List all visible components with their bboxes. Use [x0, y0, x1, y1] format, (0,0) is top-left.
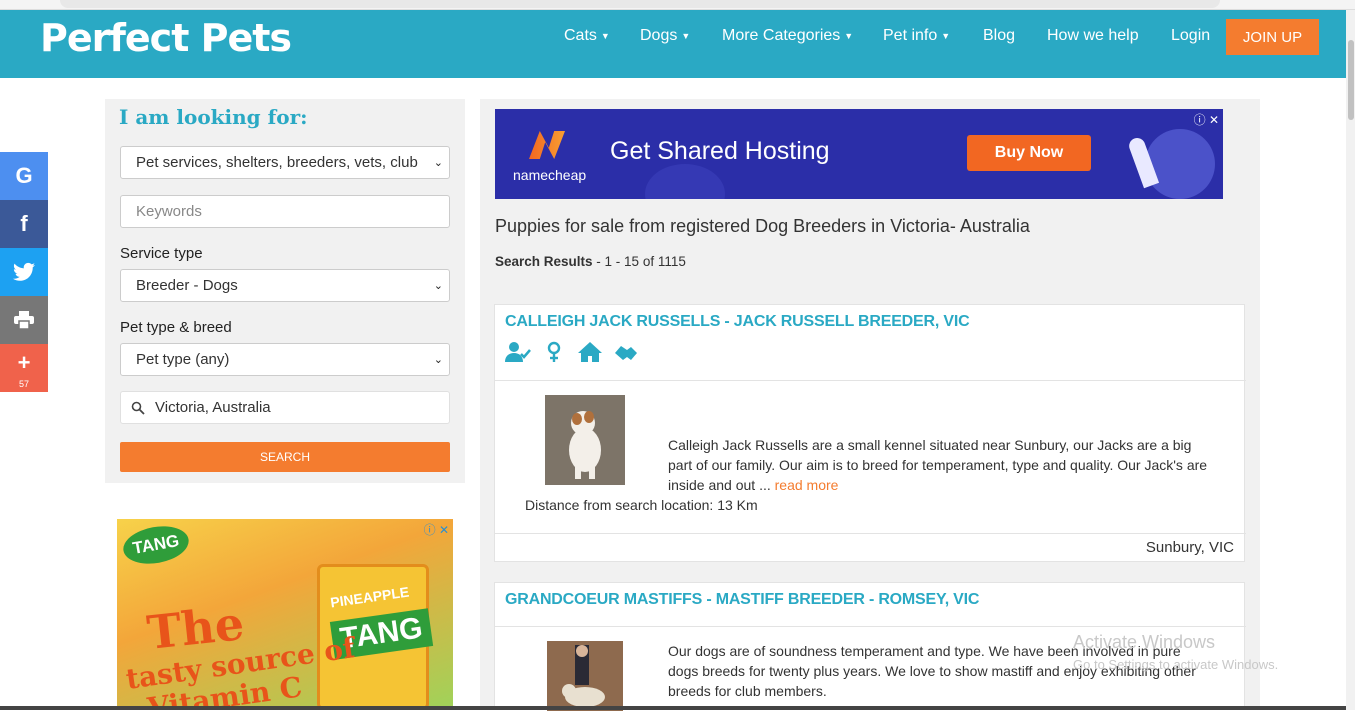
ad-headline: Get Shared Hosting	[610, 137, 830, 165]
chevron-down-icon: ⌄	[433, 354, 443, 366]
chevron-down-icon: ⌄	[433, 157, 443, 169]
windows-watermark-title: Activate Windows	[1073, 632, 1216, 652]
pet-type-select[interactable]: Pet type (any) ⌄	[120, 343, 450, 376]
namecheap-brand: namecheap	[513, 167, 587, 183]
listing-title[interactable]: GRANDCOEUR MASTIFFS - MASTIFF BREEDER - …	[505, 591, 979, 609]
namecheap-n-icon	[529, 131, 565, 159]
page-title: Puppies for sale from registered Dog Bre…	[495, 216, 1030, 236]
windows-watermark-subtitle: Go to Settings to activate Windows.	[1073, 657, 1279, 672]
chevron-down-icon: ▼	[941, 31, 951, 41]
location-value: Victoria, Australia	[155, 399, 271, 416]
nav-login-label: Login	[1171, 27, 1211, 44]
browser-address-bar	[0, 0, 1355, 10]
tang-ad[interactable]: TANG PINEAPPLE TANG The tasty source of …	[117, 519, 453, 710]
nav-more-categories-label: More Categories	[722, 27, 841, 44]
print-button[interactable]	[0, 296, 48, 344]
dog-photo	[545, 395, 625, 485]
results-summary: Search Results - 1 - 15 of 1115	[495, 254, 686, 269]
nav-dogs-label: Dogs	[640, 27, 678, 44]
listing-location: Sunbury, VIC	[1145, 539, 1234, 556]
ad-decoration	[645, 164, 725, 199]
listing-photo[interactable]	[547, 641, 623, 711]
nav-pet-info[interactable]: Pet info ▼	[883, 10, 950, 62]
buy-now-button[interactable]: Buy Now	[967, 135, 1091, 171]
keywords-placeholder: Keywords	[136, 203, 202, 220]
share-count: 57	[18, 379, 29, 389]
chevron-down-icon: ▼	[844, 31, 854, 41]
pet-type-value: Pet type (any)	[136, 351, 230, 368]
namecheap-logo: namecheap	[513, 131, 587, 186]
nav-how-we-help[interactable]: How we help	[1047, 10, 1139, 62]
nav-login[interactable]: Login	[1171, 10, 1210, 62]
service-type-select[interactable]: Breeder - Dogs ⌄	[120, 269, 450, 302]
female-icon	[547, 341, 561, 362]
google-share-button[interactable]: G	[0, 152, 48, 200]
pet-type-label: Pet type & breed	[120, 319, 232, 336]
nav-more-categories[interactable]: More Categories ▼	[722, 10, 853, 62]
nav-cats-label: Cats	[564, 27, 597, 44]
address-field[interactable]	[60, 0, 1220, 8]
listing-card: CALLEIGH JACK RUSSELLS - JACK RUSSELL BR…	[494, 304, 1246, 562]
tang-logo: TANG	[120, 521, 192, 569]
search-icon	[131, 401, 145, 415]
scrollbar-thumb[interactable]	[1348, 40, 1354, 120]
nav-pet-info-label: Pet info	[883, 27, 938, 44]
listing-title[interactable]: CALLEIGH JACK RUSSELLS - JACK RUSSELL BR…	[505, 313, 970, 331]
ad-choices-icon[interactable]: ⓘ ✕	[424, 521, 449, 538]
keywords-input[interactable]: Keywords	[120, 195, 450, 228]
listing-description: Calleigh Jack Russells are a small kenne…	[668, 435, 1208, 495]
bottom-edge	[0, 706, 1346, 710]
more-share-button[interactable]: +57	[0, 344, 48, 392]
listing-photo[interactable]	[545, 395, 625, 485]
twitter-share-button[interactable]	[0, 248, 48, 296]
read-more-link[interactable]: read more	[775, 477, 839, 493]
chevron-down-icon: ⌄	[433, 280, 443, 292]
service-type-value: Breeder - Dogs	[136, 277, 238, 294]
dog-photo	[547, 641, 623, 711]
nav-dogs[interactable]: Dogs ▼	[640, 10, 690, 62]
facebook-share-button[interactable]: f	[0, 200, 48, 248]
namecheap-ad[interactable]: namecheap Get Shared Hosting Buy Now ⓘ ✕	[495, 109, 1223, 199]
handshake-icon	[615, 346, 637, 360]
divider	[495, 380, 1246, 381]
search-button[interactable]: SEARCH	[120, 442, 450, 472]
nav-cats[interactable]: Cats ▼	[564, 10, 610, 62]
site-logo[interactable]: Perfect Pets	[40, 16, 292, 60]
home-icon	[578, 342, 602, 362]
ad-choices-icon[interactable]: ⓘ ✕	[1194, 111, 1219, 128]
sidebar-title: I am looking for:	[119, 105, 308, 129]
chevron-down-icon: ▼	[600, 31, 610, 41]
results-label: Search Results	[495, 254, 593, 269]
nav-blog[interactable]: Blog	[983, 10, 1015, 62]
verified-user-icon	[505, 342, 531, 362]
divider	[495, 533, 1246, 534]
service-type-label: Service type	[120, 245, 203, 262]
site-header: Perfect Pets Cats ▼ Dogs ▼ More Categories…	[0, 10, 1346, 78]
listing-description-text: Calleigh Jack Russells are a small kenne…	[668, 437, 1208, 493]
listing-badges	[505, 341, 639, 363]
nav-how-we-help-label: How we help	[1047, 27, 1139, 44]
divider	[495, 626, 1246, 627]
nav-blog-label: Blog	[983, 27, 1016, 44]
join-up-button[interactable]: JOIN UP	[1226, 19, 1319, 55]
listing-distance: Distance from search location: 13 Km	[525, 497, 758, 513]
category-select[interactable]: Pet services, shelters, breeders, vets, …	[120, 146, 450, 179]
twitter-icon	[13, 262, 35, 281]
print-icon	[14, 311, 34, 329]
location-input[interactable]: Victoria, Australia	[120, 391, 450, 424]
search-sidebar: I am looking for: Pet services, shelters…	[105, 99, 465, 483]
ad-illustration	[1145, 129, 1215, 199]
google-icon: G	[15, 163, 33, 188]
facebook-icon: f	[20, 211, 28, 236]
plus-icon: +	[17, 350, 31, 375]
chevron-down-icon: ▼	[681, 31, 691, 41]
pack-flavor: PINEAPPLE	[329, 583, 411, 611]
results-range: - 1 - 15 of 1115	[592, 254, 686, 269]
category-select-value: Pet services, shelters, breeders, vets, …	[136, 154, 418, 171]
